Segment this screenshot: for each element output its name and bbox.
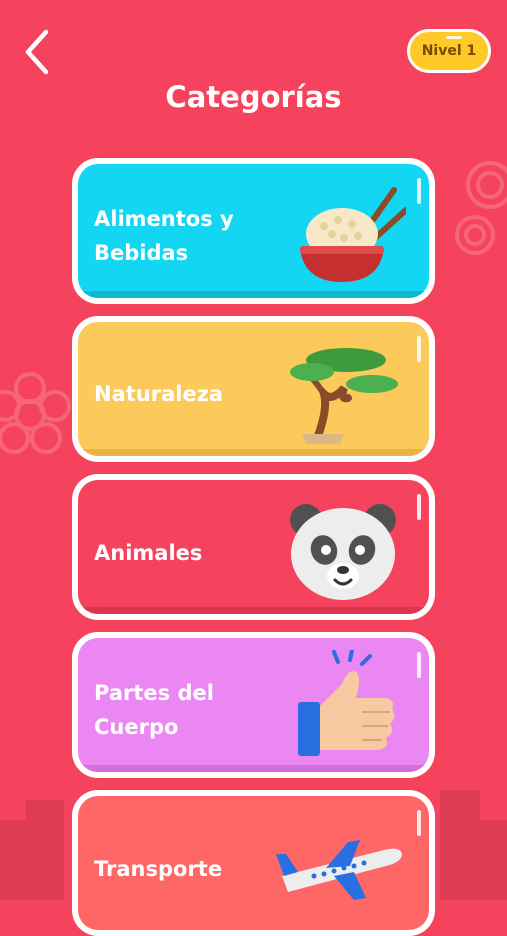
category-label: Naturaleza (94, 382, 224, 406)
category-label: Alimentos y Bebidas (94, 207, 234, 265)
flower-decoration-icon (0, 372, 71, 454)
category-label: Animales (94, 541, 203, 565)
category-card-body-parts[interactable]: Partes del Cuerpo (72, 632, 435, 778)
category-label: Transporte (94, 857, 223, 881)
card-scroll-indicator (417, 336, 421, 362)
level-badge[interactable]: Nivel 1 (407, 29, 491, 73)
card-scroll-indicator (417, 494, 421, 520)
category-card-transport[interactable]: Transporte (72, 790, 435, 936)
card-scroll-indicator (417, 810, 421, 836)
card-scroll-indicator (417, 178, 421, 204)
back-button[interactable] (18, 28, 58, 76)
cloud-decoration-icon (455, 161, 507, 255)
category-card-animals[interactable]: Animales (72, 474, 435, 620)
panda-icon (290, 504, 396, 600)
card-bottom-shade (78, 607, 429, 614)
category-card-nature[interactable]: Naturaleza (72, 316, 435, 462)
page-title: Categorías (165, 80, 342, 114)
thumbs-up-icon (298, 650, 395, 756)
card-bottom-shade (78, 291, 429, 298)
category-label: Partes del Cuerpo (94, 681, 214, 739)
category-card-food[interactable]: Alimentos y Bebidas (72, 158, 435, 304)
card-bottom-shade (78, 449, 429, 456)
rice-bowl-icon (300, 187, 406, 282)
chevron-left-icon (25, 29, 49, 75)
card-bottom-shade (78, 765, 429, 772)
badge-shine (446, 36, 462, 39)
airplane-icon (276, 840, 402, 900)
card-scroll-indicator (417, 652, 421, 678)
bonsai-tree-icon (290, 348, 398, 444)
level-label: Nivel 1 (421, 43, 477, 59)
